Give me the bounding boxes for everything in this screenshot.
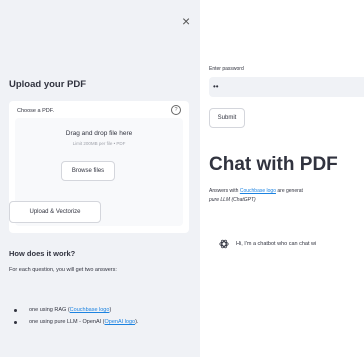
upload-vectorize-button[interactable]: Upload & Vectorize: [9, 201, 101, 223]
list-item: one using pure LLM - OpenAI (OpenAI logo…: [9, 318, 189, 327]
dropzone-limit: Limit 200MB per file • PDF: [72, 141, 126, 146]
how-it-works-list: one using RAG (Couchbase logo) one using…: [9, 306, 189, 330]
main-content: Enter password •• Submit Chat with PDF A…: [200, 0, 364, 357]
list-item: one using RAG (Couchbase logo): [9, 306, 189, 315]
help-icon[interactable]: ?: [171, 105, 181, 115]
answers-suffix: are generat: [275, 188, 303, 194]
how-it-works-heading: How does it work?: [9, 249, 76, 258]
answers-prefix: Answers with: [209, 188, 240, 194]
page-title: Chat with PDF: [209, 154, 338, 175]
list-item-suffix: ).: [135, 319, 139, 325]
how-it-works-description: For each question, you will get two answ…: [9, 267, 117, 273]
couchbase-logo-link[interactable]: Couchbase logo: [70, 307, 110, 313]
close-sidebar-icon[interactable]: ×: [182, 14, 190, 28]
browse-files-button[interactable]: Browse files: [61, 161, 115, 181]
list-item-suffix: ): [109, 307, 112, 313]
sidebar: × Upload your PDF Choose a PDF. ? Drag a…: [0, 0, 200, 357]
list-item-text: one using RAG (: [29, 307, 70, 313]
answers-description: Answers with Couchbase logo are generat: [209, 186, 364, 197]
submit-button[interactable]: Submit: [209, 108, 245, 128]
uploader-label: Choose a PDF.: [17, 108, 54, 114]
assistant-message-text: Hi, I'm a chatbot who can chat wi: [236, 241, 317, 247]
password-label: Enter password: [209, 66, 244, 72]
couchbase-logo-link[interactable]: Couchbase logo: [240, 188, 276, 194]
assistant-message: Hi, I'm a chatbot who can chat wi: [218, 238, 364, 252]
password-input[interactable]: ••: [209, 77, 364, 97]
openai-avatar-icon: [219, 239, 229, 249]
answers-description-line2: pure LLM (ChatGPT): [209, 197, 256, 203]
dropzone-title: Drag and drop file here: [65, 130, 133, 137]
sidebar-title: Upload your PDF: [9, 79, 87, 90]
list-item-text: one using pure LLM - OpenAI (: [29, 319, 105, 325]
openai-logo-link[interactable]: OpenAI logo: [105, 319, 136, 325]
